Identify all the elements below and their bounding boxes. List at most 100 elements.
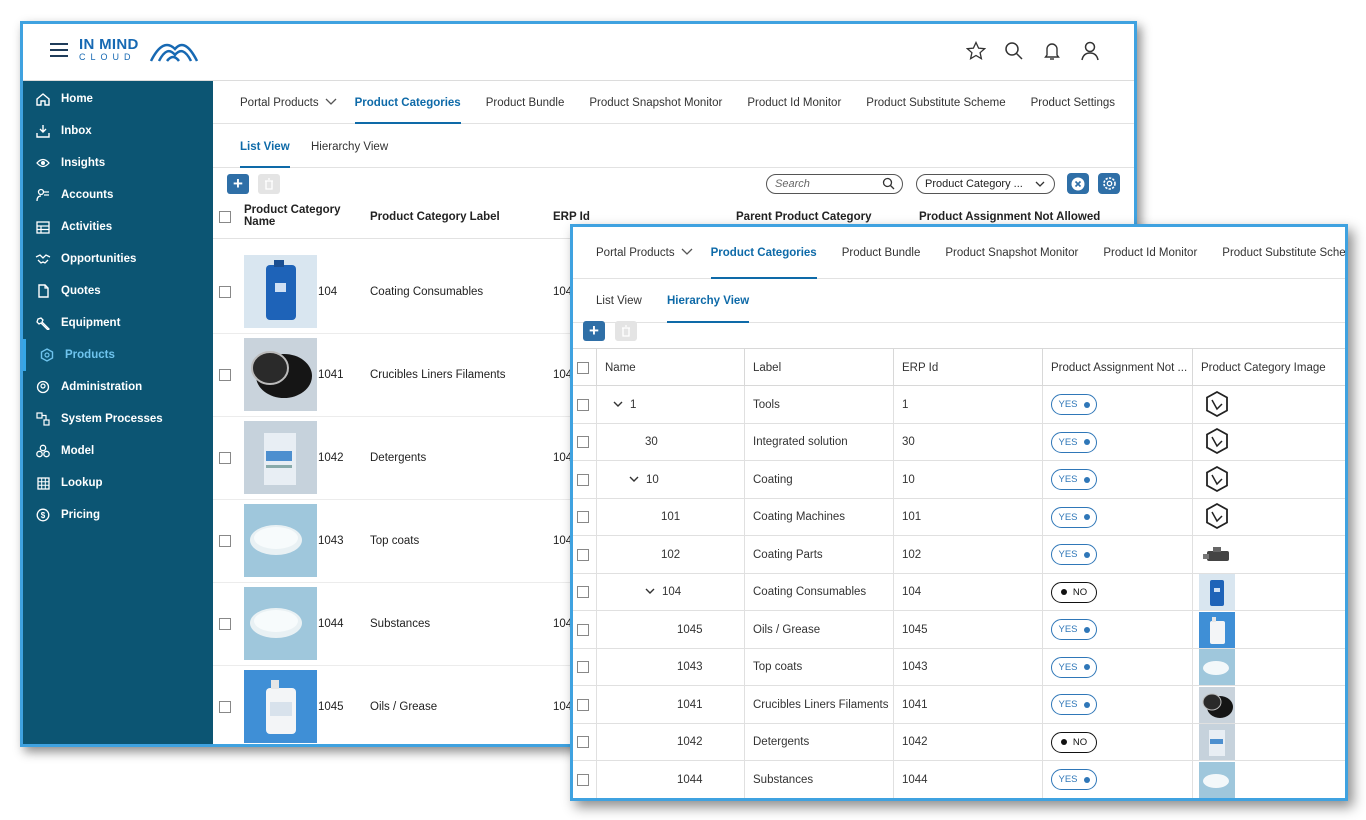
column-header-name[interactable]: Name bbox=[597, 349, 745, 386]
tree-row[interactable]: 30 Integrated solution 30 YES bbox=[573, 423, 1345, 461]
sidebar-item-equipment[interactable]: Equipment bbox=[23, 307, 213, 339]
assignment-toggle[interactable]: YES bbox=[1051, 469, 1097, 491]
row-checkbox[interactable] bbox=[577, 773, 589, 786]
column-header-image[interactable]: Product Category Image bbox=[1193, 349, 1345, 386]
select-all-checkbox[interactable] bbox=[219, 211, 231, 223]
search-icon[interactable] bbox=[1003, 40, 1025, 62]
sidebar-item-model[interactable]: Model bbox=[23, 435, 213, 467]
column-header-assignment[interactable]: Product Assignment Not Allowed bbox=[919, 211, 1100, 223]
sidebar-item-administration[interactable]: Administration bbox=[23, 371, 213, 403]
tab-product-substitute-scheme[interactable]: Product Substitute Sche bbox=[1222, 227, 1345, 279]
row-checkbox[interactable] bbox=[219, 286, 231, 298]
tree-row[interactable]: 10 Coating 10 YES bbox=[573, 461, 1345, 499]
sidebar-item-opportunities[interactable]: Opportunities bbox=[23, 243, 213, 275]
column-header-parent[interactable]: Parent Product Category bbox=[736, 211, 871, 223]
sidebar-item-label: Quotes bbox=[61, 285, 101, 297]
sidebar-item-activities[interactable]: Activities bbox=[23, 211, 213, 243]
tree-row[interactable]: 1045 Oils / Grease 1045 YES bbox=[573, 611, 1345, 649]
tab-hierarchy-view[interactable]: Hierarchy View bbox=[311, 125, 388, 168]
sidebar-item-pricing[interactable]: $ Pricing bbox=[23, 499, 213, 531]
tab-list-view[interactable]: List View bbox=[240, 125, 290, 168]
row-checkbox[interactable] bbox=[219, 452, 231, 464]
row-checkbox[interactable] bbox=[577, 698, 589, 711]
assignment-toggle[interactable]: YES bbox=[1051, 506, 1097, 528]
search-input[interactable]: Search bbox=[766, 174, 903, 194]
assignment-toggle[interactable]: YES bbox=[1051, 694, 1097, 716]
tab-product-bundle[interactable]: Product Bundle bbox=[486, 81, 565, 124]
row-checkbox[interactable] bbox=[219, 535, 231, 547]
assignment-toggle[interactable]: YES bbox=[1051, 656, 1097, 678]
sidebar-item-insights[interactable]: Insights bbox=[23, 147, 213, 179]
delete-button[interactable] bbox=[615, 321, 637, 341]
tab-hierarchy-view[interactable]: Hierarchy View bbox=[667, 279, 750, 323]
sidebar-item-lookup[interactable]: Lookup bbox=[23, 467, 213, 499]
tab-product-substitute-scheme[interactable]: Product Substitute Scheme bbox=[866, 81, 1005, 124]
assignment-toggle[interactable]: NO bbox=[1051, 581, 1097, 603]
category-filter-select[interactable]: Product Category ... bbox=[916, 174, 1055, 194]
tree-row[interactable]: 1043 Top coats 1043 YES bbox=[573, 648, 1345, 686]
chevron-down-icon[interactable] bbox=[629, 474, 639, 486]
menu-icon[interactable] bbox=[50, 43, 68, 57]
row-checkbox[interactable] bbox=[577, 436, 589, 449]
sidebar-item-accounts[interactable]: Accounts bbox=[23, 179, 213, 211]
assignment-toggle[interactable]: YES bbox=[1051, 394, 1097, 416]
tree-row[interactable]: 101 Coating Machines 101 YES bbox=[573, 498, 1345, 536]
row-checkbox[interactable] bbox=[577, 623, 589, 636]
tab-product-snapshot-monitor[interactable]: Product Snapshot Monitor bbox=[589, 81, 722, 124]
tab-product-snapshot-monitor[interactable]: Product Snapshot Monitor bbox=[945, 227, 1078, 279]
tree-row[interactable]: 104 Coating Consumables 104 NO bbox=[573, 573, 1345, 611]
sidebar-item-home[interactable]: Home bbox=[23, 83, 213, 115]
tree-row[interactable]: 1042 Detergents 1042 NO bbox=[573, 723, 1345, 761]
assignment-toggle[interactable]: YES bbox=[1051, 769, 1097, 791]
assignment-toggle[interactable]: NO bbox=[1051, 731, 1097, 753]
tab-product-bundle[interactable]: Product Bundle bbox=[842, 227, 921, 279]
row-checkbox[interactable] bbox=[577, 661, 589, 674]
chevron-down-icon[interactable] bbox=[613, 399, 623, 411]
assignment-toggle[interactable]: YES bbox=[1051, 619, 1097, 641]
clear-filter-button[interactable] bbox=[1067, 173, 1089, 194]
tab-product-id-monitor[interactable]: Product Id Monitor bbox=[1103, 227, 1197, 279]
add-button[interactable]: + bbox=[583, 321, 605, 341]
tab-portal-products[interactable]: Portal Products bbox=[240, 81, 337, 124]
column-header-erp[interactable]: ERP Id bbox=[553, 211, 590, 223]
app-logo[interactable]: IN MIND CLOUD bbox=[79, 36, 199, 62]
row-checkbox[interactable] bbox=[577, 511, 589, 524]
sidebar-item-inbox[interactable]: Inbox bbox=[23, 115, 213, 147]
star-icon[interactable] bbox=[965, 40, 987, 62]
tree-row[interactable]: 1041 Crucibles Liners Filaments 1041 YES bbox=[573, 686, 1345, 724]
column-header-label[interactable]: Label bbox=[745, 349, 894, 386]
tab-product-id-monitor[interactable]: Product Id Monitor bbox=[747, 81, 841, 124]
row-checkbox[interactable] bbox=[577, 548, 589, 561]
sidebar-item-system-processes[interactable]: System Processes bbox=[23, 403, 213, 435]
chevron-down-icon[interactable] bbox=[645, 586, 655, 598]
settings-button[interactable] bbox=[1098, 173, 1120, 194]
row-checkbox[interactable] bbox=[577, 398, 589, 411]
assignment-toggle[interactable]: YES bbox=[1051, 431, 1097, 453]
tab-product-categories[interactable]: Product Categories bbox=[354, 81, 461, 124]
tab-list-view[interactable]: List View bbox=[596, 279, 642, 323]
row-checkbox[interactable] bbox=[577, 586, 589, 599]
row-checkbox[interactable] bbox=[219, 369, 231, 381]
tab-product-categories[interactable]: Product Categories bbox=[710, 227, 817, 279]
tree-row[interactable]: 1044 Substances 1044 YES bbox=[573, 761, 1345, 798]
sidebar-item-quotes[interactable]: Quotes bbox=[23, 275, 213, 307]
column-header-name[interactable]: Product Category Name bbox=[244, 204, 354, 228]
bell-icon[interactable] bbox=[1041, 40, 1063, 62]
add-button[interactable]: + bbox=[227, 174, 249, 194]
sidebar-item-products[interactable]: Products bbox=[23, 339, 213, 371]
column-header-erp[interactable]: ERP Id bbox=[894, 349, 1043, 386]
column-header-label[interactable]: Product Category Label bbox=[370, 211, 500, 223]
row-checkbox[interactable] bbox=[219, 618, 231, 630]
tab-product-settings[interactable]: Product Settings bbox=[1031, 81, 1115, 124]
assignment-toggle[interactable]: YES bbox=[1051, 544, 1097, 566]
tab-portal-products[interactable]: Portal Products bbox=[596, 227, 693, 279]
column-header-assignment[interactable]: Product Assignment Not ... bbox=[1043, 349, 1193, 386]
row-checkbox[interactable] bbox=[219, 701, 231, 713]
user-icon[interactable] bbox=[1079, 40, 1101, 62]
tree-row[interactable]: 102 Coating Parts 102 YES bbox=[573, 536, 1345, 574]
tree-row[interactable]: 1 Tools 1 YES bbox=[573, 386, 1345, 424]
row-checkbox[interactable] bbox=[577, 736, 589, 749]
row-checkbox[interactable] bbox=[577, 473, 589, 486]
select-all-checkbox[interactable] bbox=[577, 361, 589, 374]
delete-button[interactable] bbox=[258, 174, 280, 194]
